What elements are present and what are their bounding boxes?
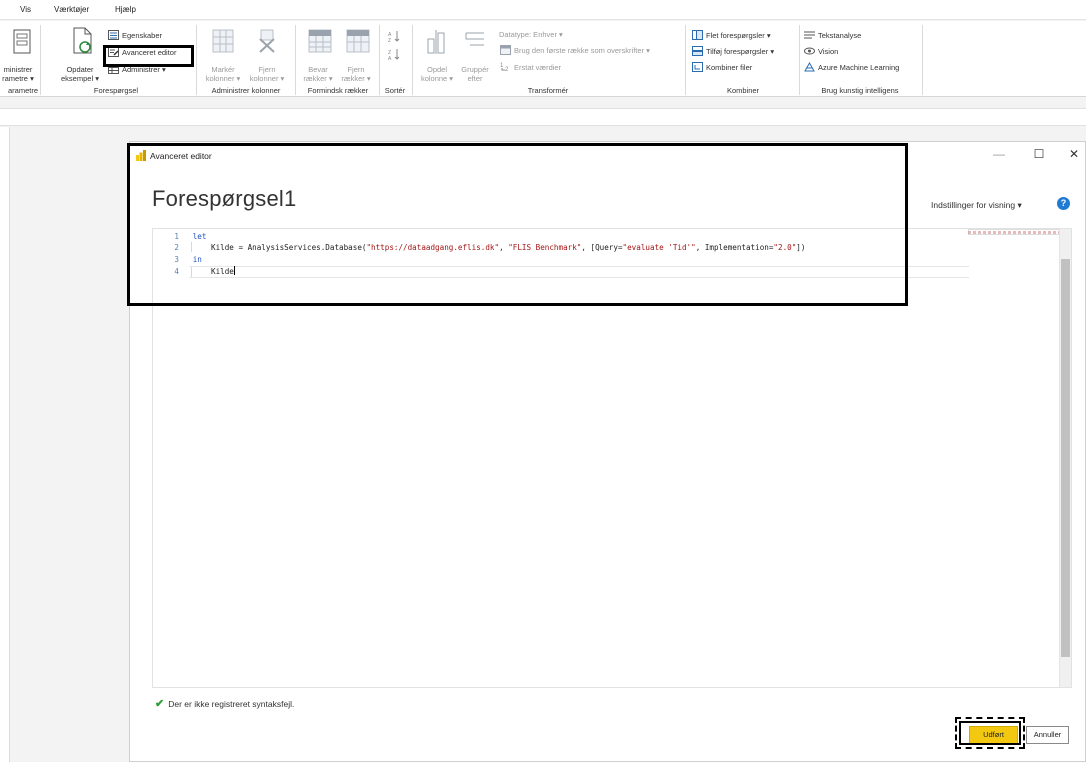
azure-ml-icon: [804, 62, 815, 72]
code-line-3: 3 in: [174, 255, 202, 264]
svg-text:2: 2: [505, 67, 509, 71]
minimize-button[interactable]: —: [992, 147, 1006, 161]
group-by-icon: [465, 32, 484, 46]
menu-bar: Vis Værktøjer Hjælp: [0, 0, 1086, 20]
menu-tools[interactable]: Værktøjer: [54, 5, 89, 14]
first-row-headers-button[interactable]: Brug den første række som overskrifter ▾: [514, 46, 650, 55]
group-label-combine: Kombiner: [726, 86, 760, 95]
view-settings-dropdown[interactable]: Indstillinger for visning ▾: [931, 200, 1022, 211]
group-label-manage-columns: Administrer kolonner: [211, 86, 281, 95]
choose-columns-icon: [212, 29, 234, 53]
power-bi-logo-icon: [136, 150, 146, 161]
group-label-params: arametre: [8, 86, 39, 95]
queries-pane: [0, 127, 10, 762]
code-editor[interactable]: 1 let 2 Kilde = AnalysisServices.Databas…: [152, 228, 1072, 688]
query-name-heading: Forespørgsel1: [152, 186, 297, 211]
svg-text:Z: Z: [388, 38, 391, 42]
editor-scrollbar-thumb[interactable]: [1061, 259, 1070, 657]
dialog-title: Avanceret editor: [150, 151, 212, 161]
power-query-window: Vis Værktøjer Hjælp ministrer rametre ▾ …: [0, 0, 1086, 762]
maximize-button[interactable]: ☐: [1032, 147, 1046, 161]
group-label-reduce-rows: Formindsk rækker: [307, 86, 369, 95]
editor-scrollbar[interactable]: [1059, 229, 1071, 687]
current-line-highlight: [189, 266, 969, 278]
text-analytics-icon: [804, 31, 815, 39]
combine-files-icon: [692, 62, 703, 72]
vision-icon: [804, 47, 815, 55]
keep-rows-button[interactable]: Bevar rækker ▾: [298, 65, 338, 83]
data-type-dropdown[interactable]: Datatype: Enhver ▾: [499, 30, 563, 39]
refresh-preview-button[interactable]: Opdater eksempel ▾: [58, 65, 102, 83]
menu-help[interactable]: Hjælp: [115, 5, 136, 14]
cancel-button[interactable]: Annuller: [1026, 726, 1069, 744]
remove-columns-icon: [259, 29, 275, 53]
split-column-button[interactable]: Opdel kolonne ▾: [418, 65, 456, 83]
formula-strip: [0, 108, 1086, 126]
text-analytics-button[interactable]: Tekstanalyse: [818, 31, 861, 40]
combine-files-button[interactable]: Kombiner filer: [706, 63, 752, 72]
menu-vis[interactable]: Vis: [20, 5, 31, 14]
advanced-editor-button[interactable]: Avanceret editor: [122, 48, 176, 57]
append-queries-icon: [692, 46, 703, 56]
remove-rows-icon: [346, 29, 370, 53]
group-by-button[interactable]: Gruppér efter: [456, 65, 494, 83]
code-line-1: 1 let: [174, 232, 207, 241]
refresh-preview-icon: [73, 27, 92, 54]
minimap: [968, 231, 1060, 234]
sort-descending-icon: ZA: [388, 49, 400, 60]
group-label-ai: Brug kunstig intelligens: [821, 86, 899, 95]
group-label-sort: Sortér: [384, 86, 406, 95]
manage-parameters-button[interactable]: ministrer rametre ▾: [0, 65, 38, 83]
remove-rows-button[interactable]: Fjern rækker ▾: [336, 65, 376, 83]
vision-button[interactable]: Vision: [818, 47, 838, 56]
group-label-transform: Transformér: [527, 86, 569, 95]
remove-columns-button[interactable]: Fjern kolonner ▾: [242, 65, 292, 83]
code-line-2: 2 Kilde = AnalysisServices.Database("htt…: [174, 243, 806, 252]
sort-ascending-icon: AZ: [388, 31, 400, 42]
syntax-status: ✔ Der er ikke registreret syntaksfejl.: [155, 698, 295, 710]
replace-values-button[interactable]: Erstat værdier: [514, 63, 561, 72]
checkmark-icon: ✔: [155, 698, 165, 710]
first-row-headers-icon: [500, 45, 511, 55]
split-column-icon: [427, 30, 445, 54]
code-line-4: 4 Kilde: [174, 266, 235, 276]
manage-button[interactable]: Administrer ▾: [122, 65, 166, 74]
advanced-editor-dialog: Avanceret editor — ☐ ✕ Forespørgsel1 Ind…: [129, 141, 1086, 762]
keep-rows-icon: [308, 29, 332, 53]
advanced-editor-icon: [108, 47, 119, 57]
merge-queries-icon: [692, 30, 703, 40]
azure-ml-button[interactable]: Azure Machine Learning: [818, 63, 899, 72]
close-button[interactable]: ✕: [1067, 147, 1081, 161]
replace-values-icon: 12: [500, 63, 509, 71]
text-caret: [233, 266, 235, 275]
help-icon[interactable]: ?: [1057, 197, 1070, 210]
manage-icon: [108, 64, 119, 74]
append-queries-button[interactable]: Tilføj forespørgsler ▾: [706, 47, 774, 56]
properties-button[interactable]: Egenskaber: [122, 31, 162, 40]
merge-queries-button[interactable]: Flet forespørgsler ▾: [706, 31, 771, 40]
svg-text:A: A: [388, 56, 392, 60]
properties-icon: [108, 30, 119, 40]
ribbon: ministrer rametre ▾ arametre Opdater eks…: [0, 21, 1086, 97]
group-label-query: Forespørgsel: [93, 86, 139, 95]
done-button[interactable]: Udført: [969, 726, 1018, 744]
parameters-icon: [13, 29, 31, 54]
